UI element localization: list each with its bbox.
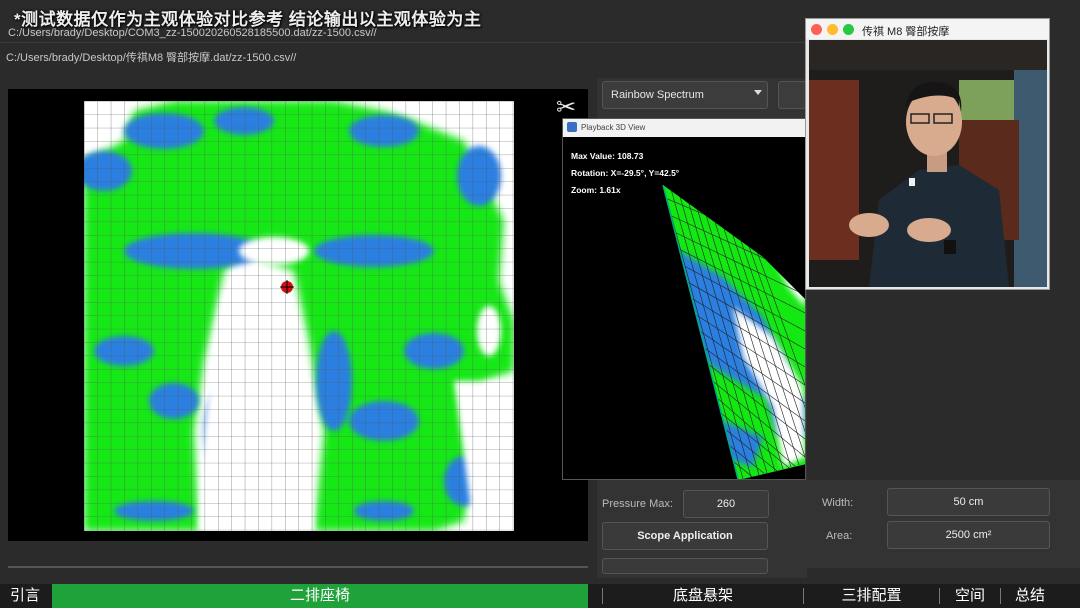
pressure-max-label: Pressure Max: <box>602 498 673 510</box>
disclaimer-overlay: *测试数据仅作为主观体验对比参考 结论输出以主观体验为主 <box>14 10 482 29</box>
nav-third-row[interactable]: 三排配置 <box>805 584 938 608</box>
video-title: 传祺 M8 臀部按摩 <box>862 26 950 38</box>
playback-3d-view: Playback 3D View Max Value: 108.73 Rotat… <box>562 118 806 480</box>
view3d-titlebar[interactable]: Playback 3D View <box>563 119 805 137</box>
area-label: Area: <box>826 530 853 542</box>
nav-divider <box>803 588 804 604</box>
scissors-icon[interactable]: ✂ <box>556 96 576 120</box>
scope-application-button[interactable]: Scope Application <box>602 522 768 550</box>
nav-chassis[interactable]: 底盘悬架 <box>603 584 803 608</box>
file-path-2: C:/Users/brady/Desktop/传祺M8 臀部按摩.dat/zz-… <box>6 52 297 64</box>
spectrum-select[interactable]: Rainbow Spectrum <box>602 81 768 109</box>
width-field[interactable]: 50 cm <box>887 488 1050 516</box>
maximize-icon[interactable] <box>843 24 854 35</box>
pressure-3d-mesh[interactable] <box>563 137 805 479</box>
presenter-video-frame <box>809 40 1047 287</box>
heatmap-scrollbar[interactable] <box>8 566 588 568</box>
minimize-icon[interactable] <box>827 24 838 35</box>
width-label: Width: <box>822 497 854 509</box>
partially-hidden-button[interactable] <box>602 558 768 574</box>
app-icon <box>567 122 577 132</box>
area-field[interactable]: 2500 cm² <box>887 521 1050 549</box>
panel-button[interactable] <box>778 81 806 109</box>
video-window: 传祺 M8 臀部按摩 <box>805 18 1050 290</box>
nav-summary[interactable]: 总结 <box>1000 584 1060 608</box>
nav-space[interactable]: 空间 <box>940 584 1000 608</box>
top-divider <box>0 42 805 43</box>
close-icon[interactable] <box>811 24 822 35</box>
pressure-heatmap <box>84 101 514 531</box>
chevron-down-icon <box>754 90 762 95</box>
view3d-title: Playback 3D View <box>581 123 646 132</box>
pressure-heatmap-panel <box>8 89 588 541</box>
chapter-nav: 引言 二排座椅 底盘悬架 三排配置 空间 总结 <box>0 584 1080 608</box>
nav-intro[interactable]: 引言 <box>0 584 50 608</box>
video-titlebar[interactable]: 传祺 M8 臀部按摩 <box>806 19 1049 39</box>
spectrum-select-label: Rainbow Spectrum <box>611 89 704 101</box>
pressure-max-input[interactable]: 260 <box>683 490 769 518</box>
nav-second-row-seats[interactable]: 二排座椅 <box>52 584 588 608</box>
